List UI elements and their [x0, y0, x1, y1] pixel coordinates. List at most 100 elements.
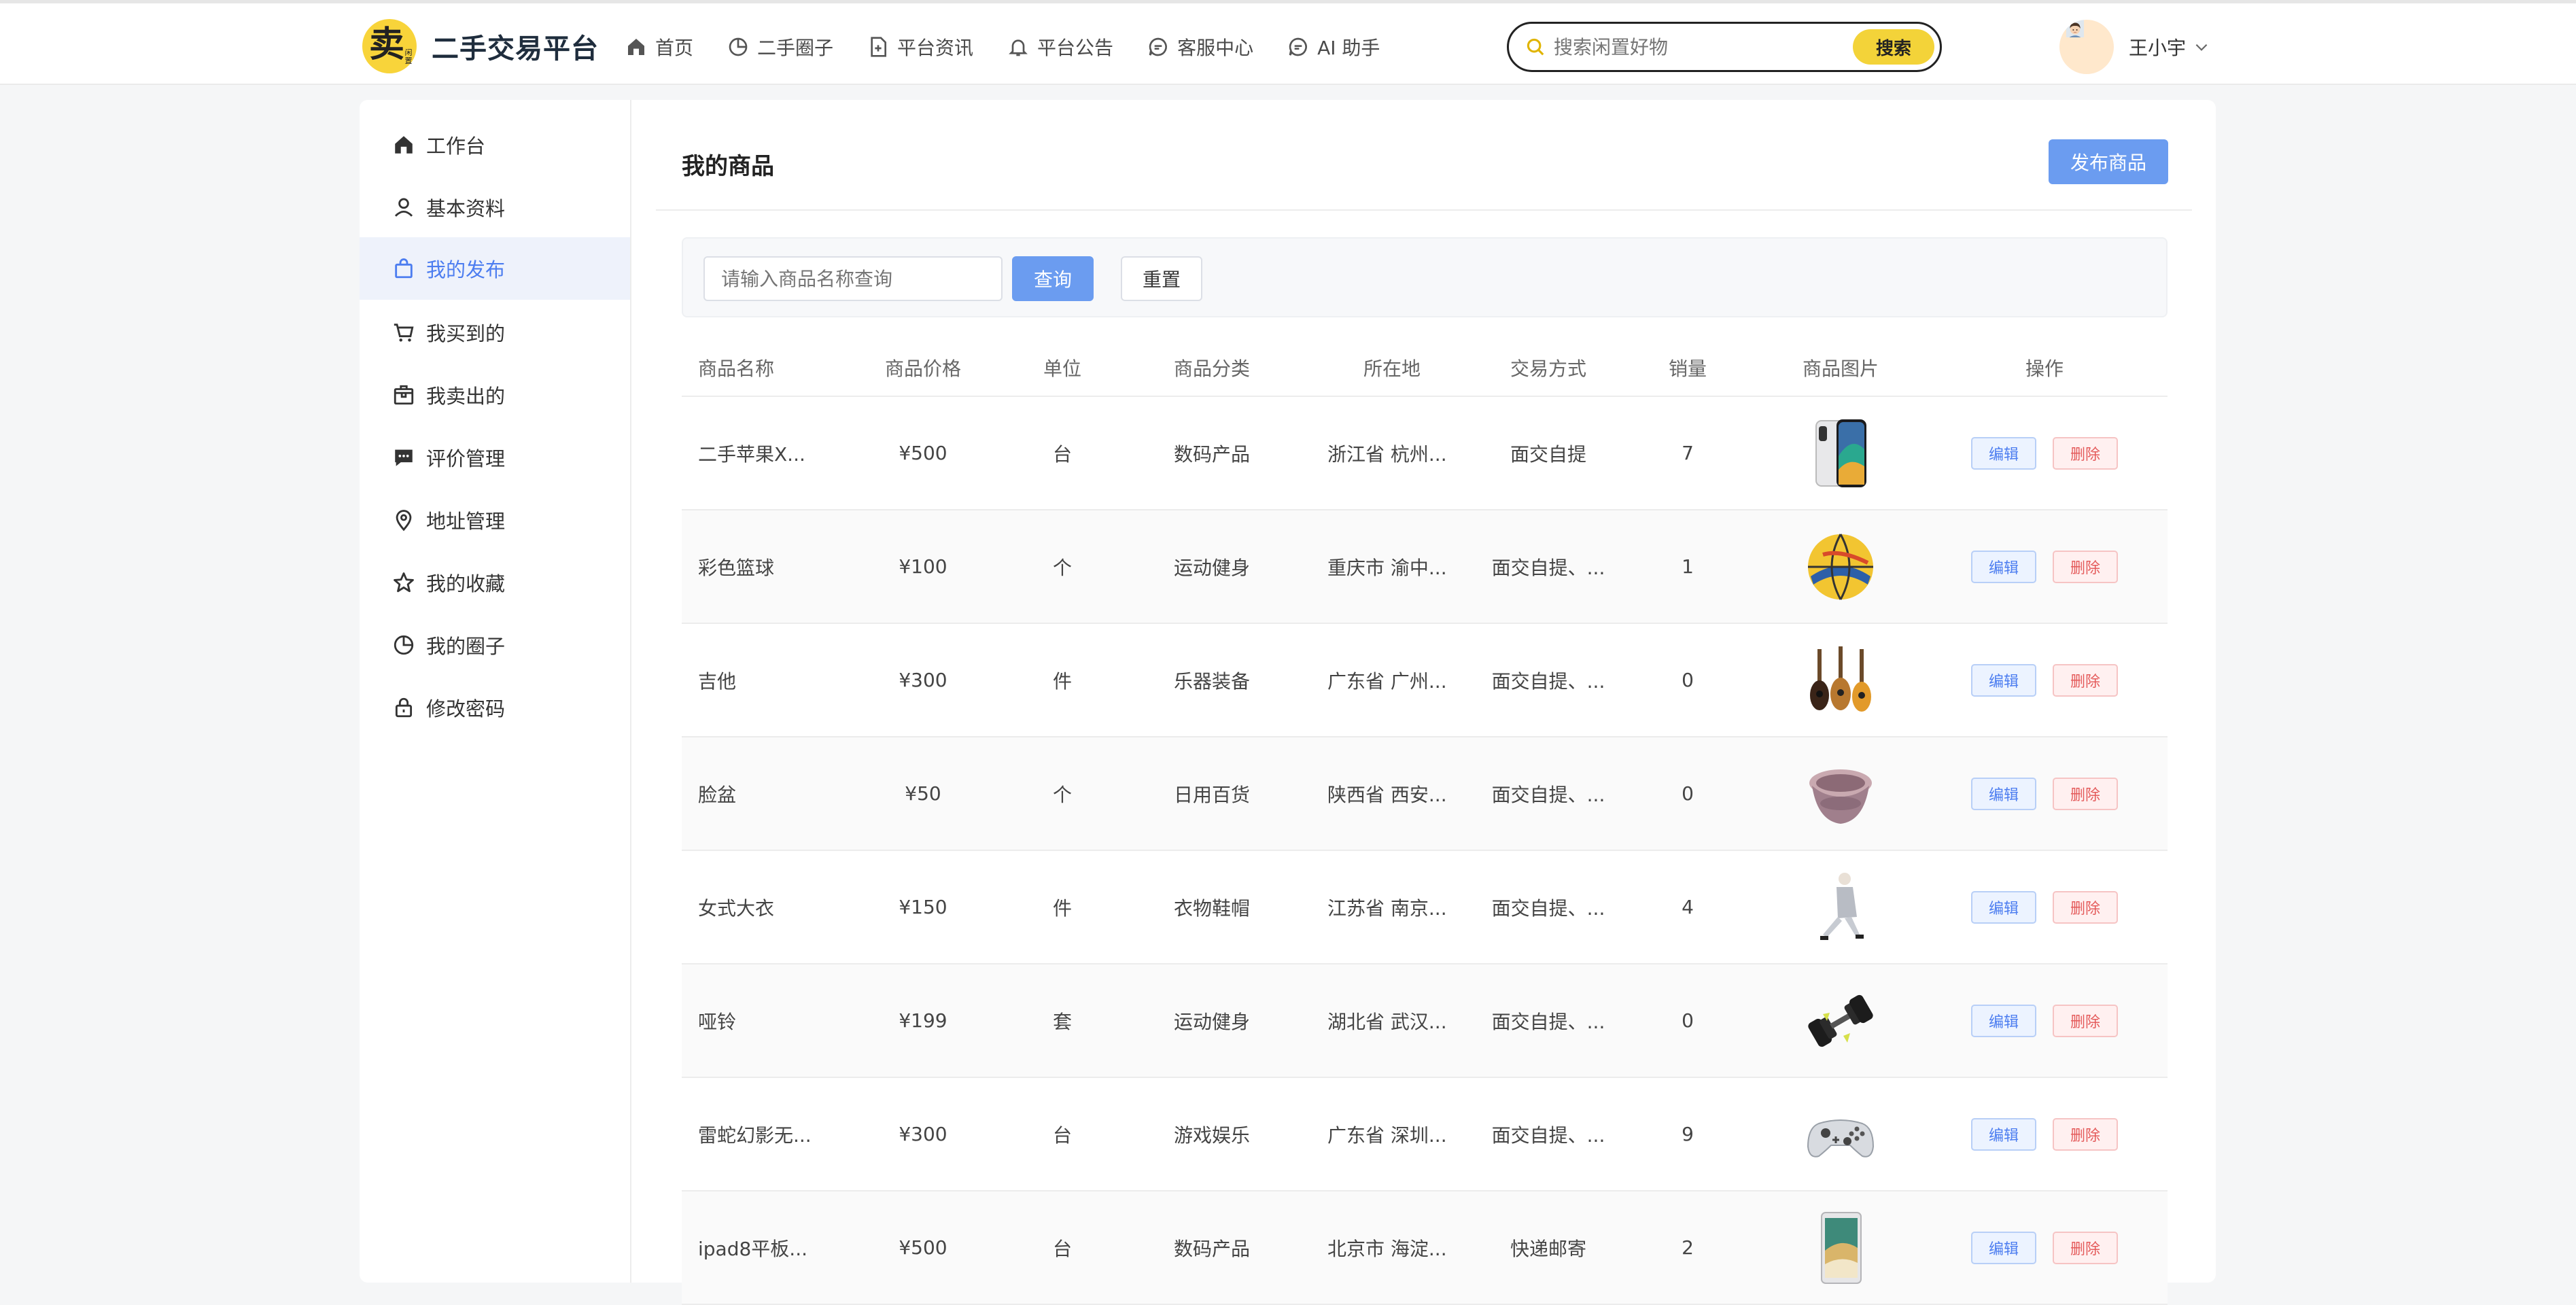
product-unit: 台 — [1052, 442, 1072, 466]
chat-icon — [1289, 37, 1307, 56]
edit-button[interactable]: 编辑 — [1971, 890, 2036, 924]
sidebar-item-purchased[interactable]: 我买到的 — [360, 301, 630, 364]
sidebar-item-label: 修改密码 — [426, 697, 506, 720]
sidebar-item-change-password[interactable]: 修改密码 — [360, 676, 630, 739]
delete-button[interactable]: 删除 — [2053, 1231, 2118, 1264]
product-price: ¥500 — [899, 442, 947, 464]
product-location: 陕西省 西安... — [1327, 783, 1447, 806]
edit-button[interactable]: 编辑 — [1971, 1117, 2036, 1151]
product-location: 重庆市 渝中... — [1327, 556, 1447, 579]
product-image-cell — [1783, 510, 1898, 623]
column-header: 商品图片 — [1802, 357, 1879, 380]
product-price: ¥300 — [899, 1123, 947, 1145]
brand[interactable]: 卖 闲置 二手交易平台 — [362, 19, 599, 73]
cart-icon — [394, 324, 414, 342]
trade-method: 面交自提、... — [1491, 1124, 1605, 1147]
gamepad-image[interactable] — [1803, 1096, 1879, 1172]
column-header: 所在地 — [1363, 357, 1421, 380]
search-button[interactable]: 搜索 — [1853, 29, 1934, 65]
sidebar-item-addresses[interactable]: 地址管理 — [360, 489, 630, 551]
product-price: ¥150 — [899, 896, 947, 918]
edit-button[interactable]: 编辑 — [1971, 777, 2036, 810]
product-category: 数码产品 — [1173, 442, 1250, 466]
nav-item-announcements[interactable]: 平台公告 — [1007, 33, 1113, 60]
edit-button[interactable]: 编辑 — [1971, 663, 2036, 697]
main-card: 工作台 基本资料 我的发布 我买到的 我卖出的 评价管理 地址管理 我的收藏 我… — [360, 100, 2216, 1305]
trade-method: 面交自提、... — [1491, 783, 1605, 806]
delete-button[interactable]: 删除 — [2053, 1004, 2118, 1037]
delete-button[interactable]: 删除 — [2053, 550, 2118, 583]
product-price: ¥199 — [899, 1009, 947, 1032]
delete-button[interactable]: 删除 — [2053, 777, 2118, 810]
product-location: 广东省 广州... — [1327, 669, 1447, 693]
nav-item-home[interactable]: 首页 — [625, 33, 693, 60]
table-row: 哑铃 ¥199 套 运动健身 湖北省 武汉... 面交自提、... 0 编辑 删… — [682, 964, 2168, 1078]
coat-image[interactable] — [1803, 869, 1879, 945]
dumbbell-image[interactable] — [1803, 983, 1879, 1059]
product-name: 哑铃 — [698, 1010, 737, 1033]
product-image-cell — [1783, 737, 1898, 850]
iphone-image[interactable] — [1803, 415, 1879, 491]
avatar[interactable] — [2059, 20, 2114, 74]
user-menu[interactable]: 王小宇 — [2059, 20, 2210, 74]
sidebar-item-label: 基本资料 — [426, 197, 506, 220]
chevron-down-icon[interactable] — [2193, 38, 2210, 56]
delete-button[interactable]: 删除 — [2053, 663, 2118, 697]
nav-item-ai-assistant[interactable]: AI 助手 — [1287, 33, 1380, 60]
table-row: 女式大衣 ¥150 件 衣物鞋帽 江苏省 南京... 面交自提、... 4 编辑… — [682, 851, 2168, 964]
sidebar-item-label: 工作台 — [426, 135, 486, 158]
query-button[interactable]: 查询 — [1012, 256, 1094, 301]
product-name: 二手苹果X... — [698, 442, 805, 466]
sidebar-item-dashboard[interactable]: 工作台 — [360, 114, 630, 176]
basketball-image[interactable] — [1803, 529, 1879, 605]
product-price: ¥100 — [899, 555, 947, 578]
basin-image[interactable] — [1803, 756, 1879, 832]
reset-button[interactable]: 重置 — [1121, 256, 1202, 301]
lock-icon — [395, 697, 413, 718]
sidebar-item-sold[interactable]: 我卖出的 — [360, 364, 630, 426]
main-nav: 首页 二手圈子 平台资讯 平台公告 客服中心 AI 助手 — [625, 32, 1414, 62]
sales-count: 1 — [1682, 555, 1694, 578]
product-category: 数码产品 — [1173, 1237, 1250, 1260]
sales-count: 9 — [1682, 1123, 1694, 1145]
avatar-image — [2066, 20, 2084, 37]
trade-method: 快递邮寄 — [1510, 1237, 1586, 1260]
product-name-search-input[interactable] — [703, 256, 1003, 301]
trade-method: 面交自提、... — [1491, 556, 1605, 579]
sales-count: 7 — [1682, 442, 1694, 464]
product-name: 脸盆 — [698, 783, 737, 806]
product-image-cell — [1783, 1078, 1898, 1190]
search-input[interactable] — [1554, 35, 1839, 58]
product-category: 衣物鞋帽 — [1173, 897, 1250, 920]
edit-button[interactable]: 编辑 — [1971, 1231, 2036, 1264]
sidebar-item-my-circles[interactable]: 我的圈子 — [360, 614, 630, 676]
guitar-image[interactable] — [1803, 642, 1879, 718]
nav-item-label: 平台公告 — [1037, 37, 1114, 59]
sidebar-item-label: 我卖出的 — [426, 385, 506, 408]
ipad-image[interactable] — [1803, 1210, 1879, 1286]
nav-item-label: 二手圈子 — [757, 37, 834, 59]
sidebar-item-my-posts[interactable]: 我的发布 — [360, 237, 630, 300]
sidebar-item-profile[interactable]: 基本资料 — [360, 176, 630, 239]
nav-item-circles[interactable]: 二手圈子 — [727, 33, 833, 60]
sidebar-item-reviews[interactable]: 评价管理 — [360, 426, 630, 489]
nav-item-news[interactable]: 平台资讯 — [867, 33, 973, 60]
delete-button[interactable]: 删除 — [2053, 1117, 2118, 1151]
nav-item-customer-service[interactable]: 客服中心 — [1147, 33, 1253, 60]
delete-button[interactable]: 删除 — [2053, 436, 2118, 470]
table-header: 商品名称 商品价格 单位 商品分类 所在地 交易方式 销量 商品图片 操作 — [682, 339, 2168, 397]
actions-cell: 编辑 删除 — [1960, 510, 2129, 623]
edit-button[interactable]: 编辑 — [1971, 1004, 2036, 1037]
edit-button[interactable]: 编辑 — [1971, 436, 2036, 470]
edit-button[interactable]: 编辑 — [1971, 550, 2036, 583]
sidebar-item-label: 我的发布 — [426, 258, 506, 281]
location-icon — [396, 510, 412, 532]
filter-bar: 查询 重置 — [682, 237, 2168, 317]
sidebar-item-favorites[interactable]: 我的收藏 — [360, 551, 630, 614]
product-name: 吉他 — [698, 669, 737, 693]
table-row: 彩色篮球 ¥100 个 运动健身 重庆市 渝中... 面交自提、... 1 编辑… — [682, 510, 2168, 624]
product-unit: 台 — [1052, 1124, 1072, 1147]
delete-button[interactable]: 删除 — [2053, 890, 2118, 924]
product-image-cell — [1783, 964, 1898, 1077]
publish-product-button[interactable]: 发布商品 — [2049, 139, 2168, 184]
